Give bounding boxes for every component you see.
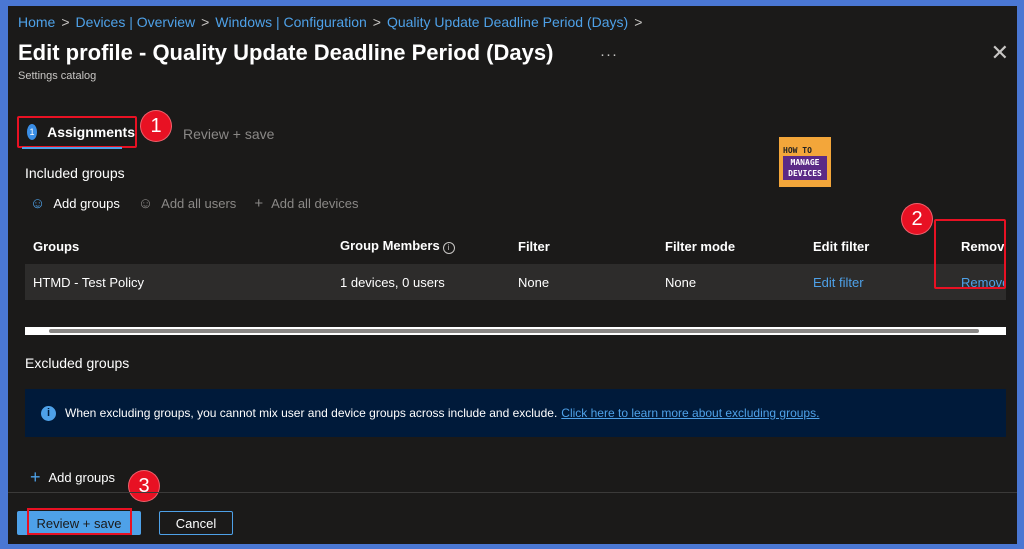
page-title: Edit profile - Quality Update Deadline P… xyxy=(18,40,554,65)
info-icon: i xyxy=(41,405,56,421)
cancel-button[interactable]: Cancel xyxy=(159,511,233,535)
breadcrumb-profile[interactable]: Quality Update Deadline Period (Days) xyxy=(387,14,628,30)
chevron-right-icon: > xyxy=(61,14,70,30)
breadcrumb-devices-overview[interactable]: Devices | Overview xyxy=(76,14,196,30)
step-assignments[interactable]: 1 Assignments xyxy=(17,116,137,148)
chevron-right-icon: > xyxy=(372,14,381,30)
page-subtitle: Settings catalog xyxy=(18,70,97,82)
step-number-icon: 1 xyxy=(27,124,38,140)
callout-badge-3: 3 xyxy=(128,470,160,502)
more-options-icon[interactable]: ··· xyxy=(600,46,618,63)
logo-text: MANAGE xyxy=(790,157,820,167)
group-name-cell: HTMD - Test Policy xyxy=(33,274,144,290)
banner-text: When excluding groups, you cannot mix us… xyxy=(65,406,558,420)
table-header: Groups Group Members i Filter Filter mode… xyxy=(25,228,1006,264)
active-step-indicator xyxy=(22,147,122,149)
edit-profile-blade: Home > Devices | Overview > Windows | Config… xyxy=(8,6,1017,544)
breadcrumb-home[interactable]: Home xyxy=(18,14,55,30)
plus-icon: + xyxy=(30,467,41,487)
highlight-box-review-save xyxy=(27,508,132,535)
step-label: Assignments xyxy=(47,124,135,140)
logo-text: DEVICES xyxy=(788,168,822,178)
callout-badge-1: 1 xyxy=(140,110,172,142)
plus-icon: + xyxy=(254,195,264,212)
add-groups-label: Add groups xyxy=(53,196,120,211)
group-members-cell: 1 devices, 0 users xyxy=(340,274,445,290)
add-excluded-groups-button[interactable]: + Add groups xyxy=(30,467,115,488)
chevron-right-icon: > xyxy=(201,14,210,30)
logo-inner: MANAGE DEVICES xyxy=(783,155,827,180)
highlight-box-remove xyxy=(934,219,1006,289)
close-icon[interactable]: ✕ xyxy=(991,42,1009,64)
filter-cell: None xyxy=(518,274,550,290)
column-header-groups[interactable]: Groups xyxy=(25,239,340,254)
breadcrumb: Home > Devices | Overview > Windows | Config… xyxy=(18,14,648,30)
column-header-label: Group Members xyxy=(340,238,440,253)
info-banner: i When excluding groups, you cannot mix … xyxy=(25,389,1006,437)
step-review-save[interactable]: Review + save xyxy=(183,126,274,142)
included-groups-toolbar: ☺ Add groups ☺ Add all users + Add all d… xyxy=(30,195,377,212)
chevron-right-icon: > xyxy=(634,14,643,30)
add-all-users-button[interactable]: ☺ Add all users xyxy=(138,195,236,212)
footer-divider xyxy=(8,492,1017,493)
info-icon[interactable]: i xyxy=(442,242,455,254)
included-groups-table: Groups Group Members i Filter Filter mode… xyxy=(25,228,1006,300)
table-row[interactable]: HTMD - Test Policy 1 devices, 0 users No… xyxy=(25,264,1006,300)
logo-text: HOW TO xyxy=(783,144,827,156)
included-groups-label: Included groups xyxy=(25,165,125,181)
how-to-manage-devices-logo: HOW TO MANAGE DEVICES xyxy=(779,137,831,187)
scrollbar-thumb[interactable] xyxy=(49,329,979,333)
add-all-users-label: Add all users xyxy=(161,196,237,211)
column-header-filter-mode[interactable]: Filter mode xyxy=(665,239,813,254)
filter-mode-cell: None xyxy=(665,274,697,290)
add-user-icon: ☺ xyxy=(30,195,46,212)
column-header-group-members[interactable]: Group Members i xyxy=(340,238,518,254)
breadcrumb-windows-configuration[interactable]: Windows | Configuration xyxy=(215,14,366,30)
add-all-devices-button[interactable]: + Add all devices xyxy=(254,195,358,212)
add-groups-label: Add groups xyxy=(48,470,116,485)
column-header-filter[interactable]: Filter xyxy=(518,239,665,254)
horizontal-scrollbar[interactable] xyxy=(25,327,1006,335)
excluded-groups-label: Excluded groups xyxy=(25,355,130,371)
add-all-devices-label: Add all devices xyxy=(271,196,359,211)
add-groups-button[interactable]: ☺ Add groups xyxy=(30,195,120,212)
users-icon: ☺ xyxy=(137,195,154,212)
learn-more-link[interactable]: Click here to learn more about excluding… xyxy=(561,406,819,420)
